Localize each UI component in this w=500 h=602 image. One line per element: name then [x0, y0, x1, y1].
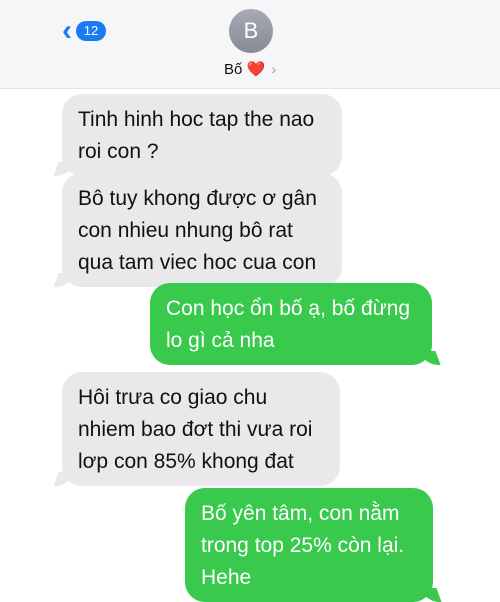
message-line: lơp con 85% khong đat: [78, 450, 294, 473]
message-line: lo gì cả nha: [166, 329, 275, 352]
contact-avatar[interactable]: B: [229, 9, 273, 53]
message-line: Tinh hinh hoc tap the nao: [78, 108, 315, 131]
message-line: roi con ?: [78, 140, 159, 163]
message-line: Hehe: [201, 566, 252, 589]
message-bubble-incoming[interactable]: Tinh hinh hoc tap the nao roi con ?: [62, 94, 342, 176]
contact-name-button[interactable]: Bố ❤️ ›: [0, 60, 500, 78]
chevron-right-icon: ›: [271, 61, 277, 77]
heart-emoji: ❤️: [246, 61, 266, 78]
message-line: Bố yên tâm, con nằm: [201, 502, 400, 525]
message-line: nhiem bao đơt thi vưa roi: [78, 418, 313, 441]
message-bubble-incoming[interactable]: Bô tuy khong được ơ gân con nhieu nhung …: [62, 173, 342, 287]
message-bubble-incoming[interactable]: Hôi trưa co giao chu nhiem bao đơt thi v…: [62, 372, 340, 486]
message-bubble-outgoing[interactable]: Con học ổn bố ạ, bố đừng lo gì cả nha: [150, 283, 432, 365]
message-bubble-outgoing[interactable]: Bố yên tâm, con nằm trong top 25% còn lạ…: [185, 488, 433, 602]
chevron-left-icon: ‹: [62, 14, 72, 47]
message-line: qua tam viec hoc cua con: [78, 251, 317, 274]
unread-count-badge: 12: [76, 21, 106, 41]
message-line: Con học ổn bố ạ, bố đừng: [166, 297, 411, 320]
message-line: con nhieu nhung bô rat: [78, 219, 293, 242]
contact-name: Bố: [223, 61, 243, 78]
message-line: trong top 25% còn lại.: [201, 534, 405, 557]
message-line: Bô tuy khong được ơ gân: [78, 187, 317, 210]
back-button[interactable]: ‹ 12: [62, 14, 106, 47]
conversation-header: ‹ 12 B Bố ❤️ ›: [0, 0, 500, 89]
message-line: Hôi trưa co giao chu: [78, 386, 268, 409]
